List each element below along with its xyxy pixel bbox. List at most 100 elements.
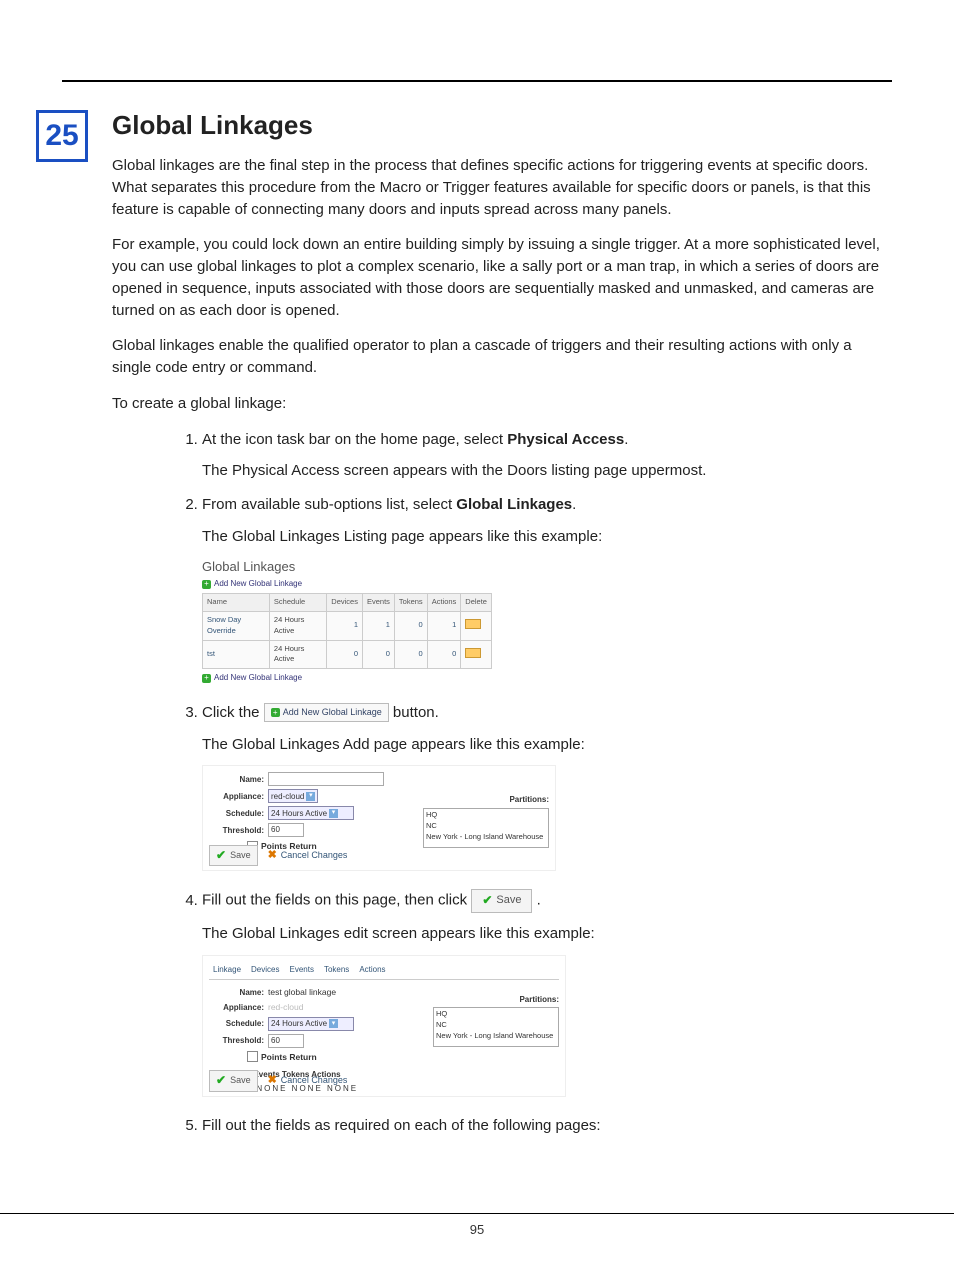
- partition-option[interactable]: NC: [426, 821, 546, 832]
- tab-actions[interactable]: Actions: [359, 964, 385, 976]
- col-actions[interactable]: Actions: [427, 593, 461, 611]
- schedule-value: 24 Hours Active: [271, 808, 327, 820]
- step-5: Fill out the fields as required on each …: [202, 1115, 892, 1137]
- row-name-link[interactable]: Snow Day Override: [203, 611, 270, 640]
- table-row: Snow Day Override 24 Hours Active 1 1 0 …: [203, 611, 492, 640]
- cancel-button[interactable]: ✖ Cancel Changes: [268, 1073, 348, 1089]
- step-text: button.: [393, 704, 439, 721]
- col-events[interactable]: Events: [362, 593, 394, 611]
- add-new-linkage-button[interactable]: + Add New Global Linkage: [264, 703, 389, 722]
- partition-option[interactable]: NC: [436, 1020, 556, 1031]
- col-schedule[interactable]: Schedule: [269, 593, 326, 611]
- partition-option[interactable]: HQ: [436, 1009, 556, 1020]
- step-subtext: The Global Linkages Add page appears lik…: [202, 734, 892, 756]
- appliance-select[interactable]: red-cloud▾: [268, 789, 318, 803]
- chevron-down-icon: ▾: [329, 809, 338, 818]
- threshold-input[interactable]: 60: [268, 823, 304, 837]
- col-name[interactable]: Name: [203, 593, 270, 611]
- figure-title: Global Linkages: [202, 558, 492, 577]
- save-button[interactable]: ✔ Save: [471, 889, 532, 912]
- cancel-label: Cancel Changes: [281, 849, 348, 862]
- save-label: Save: [230, 849, 251, 862]
- tab-devices[interactable]: Devices: [251, 964, 279, 976]
- name-label: Name:: [209, 987, 264, 999]
- linkages-table: Name Schedule Devices Events Tokens Acti…: [202, 593, 492, 669]
- col-tokens[interactable]: Tokens: [394, 593, 427, 611]
- figure-add-form: Name: Appliance: red-cloud▾ Schedule: 24…: [202, 765, 556, 871]
- partition-option[interactable]: New York - Long Island Warehouse: [426, 832, 546, 843]
- row-name-link[interactable]: tst: [203, 640, 270, 669]
- row-delete[interactable]: [461, 611, 492, 640]
- step-subtext: The Global Linkages edit screen appears …: [202, 923, 892, 945]
- row-actions: 0: [427, 640, 461, 669]
- threshold-label: Threshold:: [209, 1035, 264, 1047]
- save-button[interactable]: ✔ Save: [209, 1070, 258, 1091]
- row-actions: 1: [427, 611, 461, 640]
- schedule-label: Schedule:: [209, 808, 264, 820]
- step-text: Click the: [202, 704, 264, 721]
- points-return-label: Points Return: [261, 1051, 317, 1063]
- check-icon: ✔: [216, 1072, 226, 1089]
- partitions-listbox[interactable]: HQ NC New York - Long Island Warehouse: [433, 1007, 559, 1047]
- step-text: .: [537, 892, 541, 909]
- points-return-checkbox[interactable]: [247, 1051, 258, 1062]
- tab-events[interactable]: Events: [289, 964, 313, 976]
- step-text: .: [624, 431, 628, 448]
- row-events: 0: [362, 640, 394, 669]
- partitions-listbox[interactable]: HQ NC New York - Long Island Warehouse: [423, 808, 549, 848]
- row-delete[interactable]: [461, 640, 492, 669]
- appliance-value: red-cloud: [271, 791, 304, 803]
- name-label: Name:: [209, 774, 264, 786]
- x-icon: ✖: [268, 1073, 277, 1089]
- cancel-button[interactable]: ✖ Cancel Changes: [268, 848, 348, 864]
- bold-term: Physical Access: [507, 431, 624, 448]
- add-new-linkage-link[interactable]: + Add New Global Linkage: [202, 672, 492, 684]
- body-para: Global linkages are the final step in th…: [112, 155, 892, 220]
- body-para: To create a global linkage:: [112, 393, 892, 415]
- threshold-label: Threshold:: [209, 825, 264, 837]
- row-tokens: 0: [394, 640, 427, 669]
- row-tokens: 0: [394, 611, 427, 640]
- partitions-label: Partitions:: [433, 994, 559, 1006]
- step-subtext: The Global Linkages Listing page appears…: [202, 526, 892, 548]
- schedule-select[interactable]: 24 Hours Active▾: [268, 806, 354, 820]
- col-delete: Delete: [461, 593, 492, 611]
- appliance-value: red-cloud: [268, 1001, 303, 1013]
- tab-tokens[interactable]: Tokens: [324, 964, 349, 976]
- tab-linkage[interactable]: Linkage: [213, 964, 241, 976]
- step-text: .: [572, 496, 576, 513]
- partition-option[interactable]: HQ: [426, 810, 546, 821]
- plus-icon: +: [202, 580, 211, 589]
- schedule-value: 24 Hours Active: [271, 1018, 327, 1030]
- figure-listing: Global Linkages + Add New Global Linkage…: [202, 558, 492, 684]
- plus-icon: +: [271, 708, 280, 717]
- figure-edit-form: Linkage Devices Events Tokens Actions Na…: [202, 955, 566, 1097]
- table-row: tst 24 Hours Active 0 0 0 0: [203, 640, 492, 669]
- page-title: Global Linkages: [112, 110, 892, 141]
- chapter-number-box: 25: [36, 110, 88, 162]
- schedule-select[interactable]: 24 Hours Active▾: [268, 1017, 354, 1031]
- row-schedule: 24 Hours Active: [269, 611, 326, 640]
- plus-icon: +: [202, 674, 211, 683]
- col-devices[interactable]: Devices: [327, 593, 363, 611]
- delete-icon: [465, 648, 481, 658]
- name-value: test global linkage: [268, 986, 336, 998]
- save-button[interactable]: ✔ Save: [209, 845, 258, 866]
- step-text: From available sub-options list, select: [202, 496, 456, 513]
- row-devices: 0: [327, 640, 363, 669]
- x-icon: ✖: [268, 848, 277, 864]
- add-link-label: Add New Global Linkage: [214, 578, 302, 590]
- threshold-input[interactable]: 60: [268, 1034, 304, 1048]
- body-para: For example, you could lock down an enti…: [112, 234, 892, 321]
- partition-option[interactable]: New York - Long Island Warehouse: [436, 1031, 556, 1042]
- add-new-linkage-link[interactable]: + Add New Global Linkage: [202, 578, 492, 590]
- step-subtext: The Physical Access screen appears with …: [202, 460, 892, 482]
- partitions-label: Partitions:: [423, 794, 549, 806]
- step-text: Fill out the fields as required on each …: [202, 1117, 601, 1134]
- delete-icon: [465, 619, 481, 629]
- name-input[interactable]: [268, 772, 384, 786]
- row-events: 1: [362, 611, 394, 640]
- check-icon: ✔: [482, 892, 492, 909]
- step-3: Click the + Add New Global Linkage butto…: [202, 702, 892, 872]
- save-label: Save: [230, 1074, 251, 1087]
